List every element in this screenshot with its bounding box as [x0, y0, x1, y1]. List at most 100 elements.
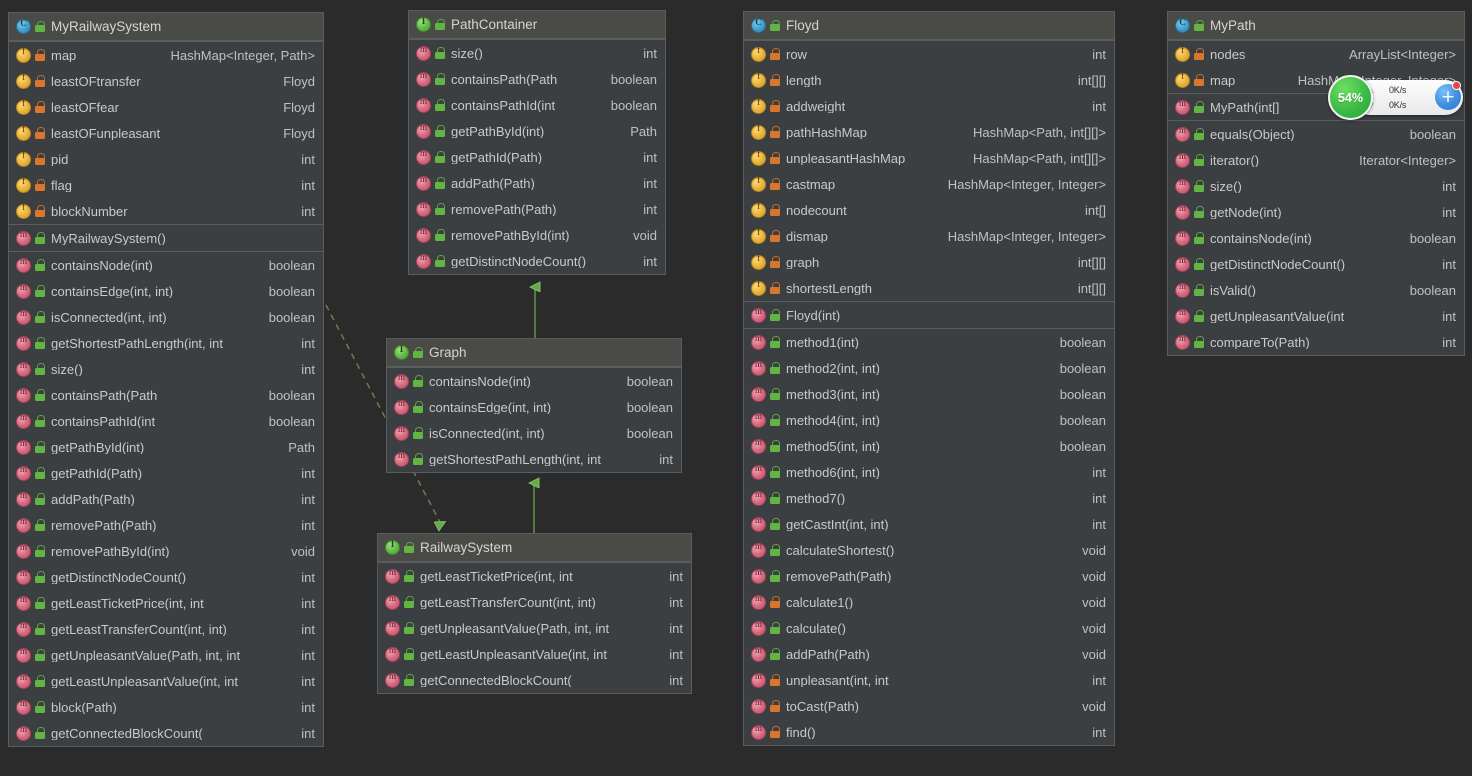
method-row[interactable]: containsNode(int) boolean	[1168, 225, 1464, 251]
uml-class-pathcontainer[interactable]: PathContainer size() int containsPath(Path b…	[408, 10, 666, 275]
method-row[interactable]: getUnpleasantValue(Path, int, int int	[9, 642, 323, 668]
method-row[interactable]: removePath(Path) int	[9, 512, 323, 538]
field-row[interactable]: shortestLength int[][]	[744, 275, 1114, 301]
method-row[interactable]: toCast(Path) void	[744, 693, 1114, 719]
method-row[interactable]: unpleasant(int, int int	[744, 667, 1114, 693]
method-row[interactable]: getPathId(Path) int	[409, 144, 665, 170]
method-row[interactable]: addPath(Path) int	[409, 170, 665, 196]
uml-class-railwaysystem[interactable]: RailwaySystem getLeastTicketPrice(int, in…	[377, 533, 692, 694]
field-row[interactable]: blockNumber int	[9, 198, 323, 224]
method-row[interactable]: getConnectedBlockCount(int	[378, 667, 691, 693]
class-header-graph[interactable]: Graph	[387, 339, 681, 367]
field-row[interactable]: unpleasantHashMap HashMap<Path, int[][]>	[744, 145, 1114, 171]
method-row[interactable]: removePath(Path) void	[744, 563, 1114, 589]
method-row[interactable]: isConnected(int, int) boolean	[387, 420, 681, 446]
field-row[interactable]: leastOFtransfer Floyd	[9, 68, 323, 94]
field-row[interactable]: row int	[744, 41, 1114, 67]
method-row[interactable]: getLeastTransferCount(int, int) int	[9, 616, 323, 642]
field-row[interactable]: nodes ArrayList<Integer>	[1168, 41, 1464, 67]
class-header-pathcontainer[interactable]: PathContainer	[409, 11, 665, 39]
field-row[interactable]: leastOFfear Floyd	[9, 94, 323, 120]
method-row[interactable]: calculate1() void	[744, 589, 1114, 615]
method-row[interactable]: getPathId(Path) int	[9, 460, 323, 486]
method-row[interactable]: method2(int, int) boolean	[744, 355, 1114, 381]
method-row[interactable]: getLeastTicketPrice(int, int int	[378, 563, 691, 589]
method-row[interactable]: containsEdge(int, int) boolean	[387, 394, 681, 420]
method-row[interactable]: getDistinctNodeCount() int	[1168, 251, 1464, 277]
method-row[interactable]: method4(int, int) boolean	[744, 407, 1114, 433]
method-row[interactable]: isConnected(int, int) boolean	[9, 304, 323, 330]
method-row[interactable]: getConnectedBlockCount(int	[9, 720, 323, 746]
field-row[interactable]: length int[][]	[744, 67, 1114, 93]
method-row[interactable]: removePathById(int) void	[9, 538, 323, 564]
method-row[interactable]: MyRailwaySystem()	[9, 225, 323, 251]
method-row[interactable]: method5(int, int) boolean	[744, 433, 1114, 459]
method-row[interactable]: containsEdge(int, int) boolean	[9, 278, 323, 304]
field-row[interactable]: graph int[][]	[744, 249, 1114, 275]
method-row[interactable]: containsNode(int) boolean	[387, 368, 681, 394]
visibility-public-icon	[434, 177, 445, 189]
method-row[interactable]: getPathById(int) Path	[409, 118, 665, 144]
method-row[interactable]: getDistinctNodeCount() int	[9, 564, 323, 590]
method-row[interactable]: getLeastUnpleasantValue(int, int int	[9, 668, 323, 694]
member-type-label: boolean	[610, 97, 657, 113]
method-row[interactable]: containsPathId(int boolean	[409, 92, 665, 118]
method-row[interactable]: getDistinctNodeCount() int	[409, 248, 665, 274]
method-row[interactable]: containsNode(int) boolean	[9, 252, 323, 278]
method-row[interactable]: calculate() void	[744, 615, 1114, 641]
method-row[interactable]: getCastInt(int, int) int	[744, 511, 1114, 537]
network-status-overlay[interactable]: ▲ 0K/s ▼ 0K/s + 54%	[1328, 75, 1463, 120]
class-header-mypath[interactable]: MyPath	[1168, 12, 1464, 40]
method-row[interactable]: calculateShortest() void	[744, 537, 1114, 563]
field-row[interactable]: flag int	[9, 172, 323, 198]
method-row[interactable]: getLeastTicketPrice(int, int int	[9, 590, 323, 616]
method-row[interactable]: getShortestPathLength(int, int int	[387, 446, 681, 472]
method-row[interactable]: containsPath(Path boolean	[9, 382, 323, 408]
method-row[interactable]: compareTo(Path) int	[1168, 329, 1464, 355]
field-row[interactable]: pid int	[9, 146, 323, 172]
method-row[interactable]: Floyd(int)	[744, 302, 1114, 328]
visibility-private-icon	[769, 126, 780, 138]
field-row[interactable]: pathHashMap HashMap<Path, int[][]>	[744, 119, 1114, 145]
method-row[interactable]: find() int	[744, 719, 1114, 745]
method-row[interactable]: getUnpleasantValue(Path, int, int int	[378, 615, 691, 641]
method-row[interactable]: isValid() boolean	[1168, 277, 1464, 303]
field-row[interactable]: leastOFunpleasant Floyd	[9, 120, 323, 146]
field-row[interactable]: castmap HashMap<Integer, Integer>	[744, 171, 1114, 197]
method-row[interactable]: getPathById(int) Path	[9, 434, 323, 460]
method-row[interactable]: equals(Object) boolean	[1168, 121, 1464, 147]
method-row[interactable]: size() int	[409, 40, 665, 66]
method-row[interactable]: containsPathId(int boolean	[9, 408, 323, 434]
method-row[interactable]: iterator() Iterator<Integer>	[1168, 147, 1464, 173]
class-header-myrailwaysystem[interactable]: MyRailwaySystem	[9, 13, 323, 41]
method-row[interactable]: containsPath(Path boolean	[409, 66, 665, 92]
method-row[interactable]: getShortestPathLength(int, int int	[9, 330, 323, 356]
method-row[interactable]: getLeastUnpleasantValue(int, int int	[378, 641, 691, 667]
method-row[interactable]: removePath(Path) int	[409, 196, 665, 222]
field-row[interactable]: nodecount int[]	[744, 197, 1114, 223]
class-header-floyd[interactable]: Floyd	[744, 12, 1114, 40]
field-row[interactable]: map HashMap<Integer, Path>	[9, 42, 323, 68]
method-row[interactable]: getUnpleasantValue(int int	[1168, 303, 1464, 329]
member-name-label: MyRailwaySystem()	[51, 231, 166, 245]
uml-class-mypath[interactable]: MyPathnodesArrayList<Integer>mapHashMap<…	[1167, 11, 1465, 356]
method-row[interactable]: getNode(int) int	[1168, 199, 1464, 225]
field-row[interactable]: addweight int	[744, 93, 1114, 119]
method-row[interactable]: addPath(Path) void	[744, 641, 1114, 667]
method-row[interactable]: addPath(Path) int	[9, 486, 323, 512]
method-row[interactable]: block(Path) int	[9, 694, 323, 720]
method-row[interactable]: method7() int	[744, 485, 1114, 511]
method-row[interactable]: size() int	[9, 356, 323, 382]
method-row[interactable]: getLeastTransferCount(int, int) int	[378, 589, 691, 615]
memory-usage-gauge[interactable]: 54%	[1328, 75, 1373, 120]
field-row[interactable]: dismap HashMap<Integer, Integer>	[744, 223, 1114, 249]
method-row[interactable]: method1(int) boolean	[744, 329, 1114, 355]
method-row[interactable]: removePathById(int) void	[409, 222, 665, 248]
method-row[interactable]: size() int	[1168, 173, 1464, 199]
uml-class-floyd[interactable]: Floyd row int length int[][] addweight int path…	[743, 11, 1115, 746]
class-header-railwaysystem[interactable]: RailwaySystem	[378, 534, 691, 562]
method-row[interactable]: method6(int, int) int	[744, 459, 1114, 485]
method-row[interactable]: method3(int, int) boolean	[744, 381, 1114, 407]
uml-class-graph[interactable]: GraphcontainsNode(int)booleancontainsEdg…	[386, 338, 682, 473]
uml-class-myrailwaysystem[interactable]: MyRailwaySystem map HashMap<Integer, Path>…	[8, 12, 324, 747]
